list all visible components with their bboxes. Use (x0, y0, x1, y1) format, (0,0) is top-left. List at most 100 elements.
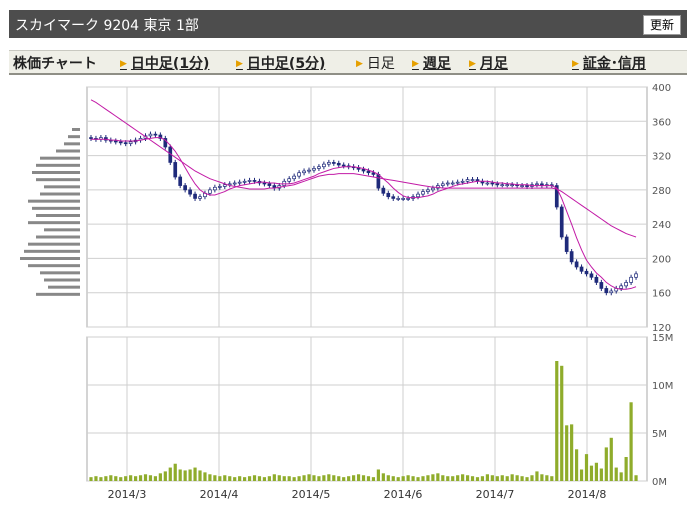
candle (594, 276, 599, 283)
candle (193, 193, 197, 199)
volume-bar (525, 477, 529, 481)
candle (123, 142, 128, 145)
candle (336, 162, 341, 166)
candle (416, 193, 420, 198)
candle (208, 189, 212, 194)
candle (629, 276, 633, 283)
volume-bar (133, 476, 138, 481)
volume-bar (302, 475, 306, 481)
volume-profile-bar (56, 149, 80, 153)
candle (118, 141, 123, 144)
volume-bar (570, 424, 574, 481)
candle (495, 183, 500, 186)
volume-bar (153, 476, 158, 481)
volume-bar (337, 476, 341, 481)
volume-bar (366, 476, 371, 481)
volume-bar (262, 477, 267, 481)
volume-profile-bar (36, 163, 80, 167)
volume-bar (173, 463, 177, 481)
volume-bar (114, 476, 118, 481)
volume-bar (446, 476, 450, 481)
volume-profile-bar (28, 199, 80, 203)
price-tick-label: 400 (652, 83, 671, 94)
volume-bar (599, 468, 603, 481)
candle (445, 182, 450, 185)
month-label: 2014/3 (108, 488, 147, 501)
volume-bar (89, 477, 93, 481)
volume-bar (213, 475, 217, 481)
volume-bar (238, 476, 242, 481)
volume-bar (193, 467, 197, 481)
volume-bar (550, 476, 554, 481)
volume-bar (183, 470, 187, 481)
candle (242, 180, 247, 183)
candle (609, 290, 614, 294)
volume-bar (426, 475, 430, 481)
volume-tick-label: 5M (652, 429, 667, 440)
volume-bar (223, 475, 227, 481)
volume-bar (421, 476, 425, 481)
volume-profile-bar (36, 214, 80, 217)
volume-bar (307, 474, 311, 481)
price-tick-label: 320 (652, 152, 671, 163)
volume-bar (386, 475, 390, 481)
candle (307, 169, 311, 172)
candle (525, 185, 529, 187)
volume-bar (614, 467, 618, 481)
volume-bar (332, 475, 336, 481)
candle (450, 182, 455, 185)
candle (148, 133, 153, 137)
volume-bar (109, 475, 113, 481)
candle (396, 198, 401, 200)
volume-bar (158, 473, 162, 481)
candle (312, 168, 316, 171)
volume-bar (292, 477, 296, 481)
volume-profile-bar (36, 235, 80, 239)
volume-tick-label: 0M (652, 477, 667, 488)
candle (500, 184, 505, 187)
candle (217, 186, 222, 188)
volume-bar (465, 475, 470, 481)
volume-bar (535, 471, 539, 481)
candle (510, 184, 515, 187)
volume-bar (574, 449, 579, 481)
volume-bar (584, 454, 589, 481)
volume-profile-bar (48, 285, 80, 289)
month-label: 2014/6 (384, 488, 423, 501)
volume-bar (282, 476, 286, 481)
month-label: 2014/5 (292, 488, 331, 501)
volume-bar (609, 437, 613, 481)
volume-bar (619, 472, 623, 481)
volume-bar (371, 477, 376, 481)
volume-profile-bar (32, 171, 80, 174)
volume-bar (376, 469, 380, 481)
volume-bar (104, 476, 108, 481)
candle (391, 196, 396, 199)
volume-bar (148, 475, 153, 481)
candle (153, 133, 158, 136)
volume-bar (490, 475, 494, 481)
volume-bar (312, 475, 316, 481)
candle (490, 182, 495, 185)
candle (376, 174, 381, 189)
candle (431, 187, 435, 191)
candle (183, 185, 187, 191)
candle (128, 141, 133, 144)
candle (188, 189, 192, 195)
volume-profile-bar (64, 142, 80, 146)
volume-profile-bar (44, 185, 80, 189)
volume-bar (396, 477, 400, 481)
candle (569, 251, 574, 263)
volume-bar (347, 476, 351, 481)
volume-profile-bar (40, 271, 80, 275)
candle (599, 282, 604, 289)
candle (322, 163, 326, 168)
volume-bar (485, 474, 489, 481)
volume-bar (124, 476, 128, 481)
volume-bar (629, 402, 633, 481)
candle (574, 261, 579, 268)
candle (455, 181, 460, 184)
volume-bar (406, 475, 410, 481)
volume-bar (545, 475, 549, 481)
candle (559, 206, 564, 238)
